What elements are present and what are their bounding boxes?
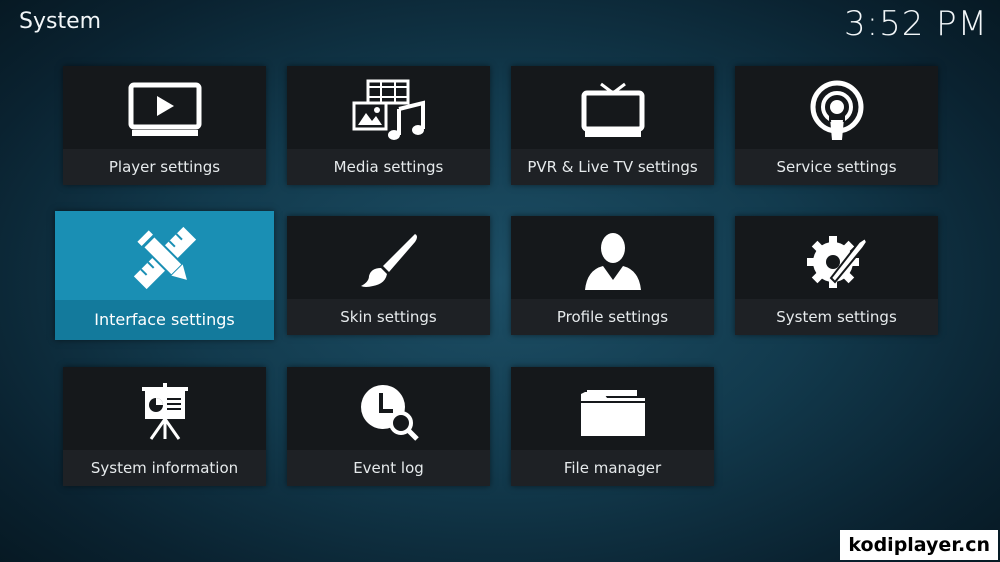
file-manager-tile[interactable]: File manager [511, 367, 714, 486]
tv-icon [511, 76, 714, 146]
tile-label: System settings [735, 299, 938, 335]
interface-settings-tile[interactable]: Interface settings [55, 211, 274, 340]
monitor-play-icon [63, 76, 266, 146]
page-title: System [19, 9, 102, 34]
tile-label: Event log [287, 450, 490, 486]
profile-settings-tile[interactable]: Profile settings [511, 216, 714, 335]
tile-label: Interface settings [55, 300, 274, 340]
pencil-ruler-icon [55, 223, 274, 293]
system-information-tile[interactable]: System information [63, 367, 266, 486]
media-icon [287, 76, 490, 146]
clock: 3:52 PM [844, 4, 988, 44]
event-log-tile[interactable]: Event log [287, 367, 490, 486]
watermark: kodiplayer.cn [840, 530, 998, 560]
tile-label: Service settings [735, 149, 938, 185]
tile-label: Skin settings [287, 299, 490, 335]
tile-label: Player settings [63, 149, 266, 185]
presentation-board-icon [63, 377, 266, 447]
skin-settings-tile[interactable]: Skin settings [287, 216, 490, 335]
podcast-icon [735, 76, 938, 146]
tile-label: File manager [511, 450, 714, 486]
media-settings-tile[interactable]: Media settings [287, 66, 490, 185]
tile-label: System information [63, 450, 266, 486]
clock-search-icon [287, 377, 490, 447]
tile-label: Media settings [287, 149, 490, 185]
service-settings-tile[interactable]: Service settings [735, 66, 938, 185]
player-settings-tile[interactable]: Player settings [63, 66, 266, 185]
pvr-live-tv-settings-tile[interactable]: PVR & Live TV settings [511, 66, 714, 185]
folder-icon [511, 377, 714, 447]
gear-wrench-icon [735, 226, 938, 296]
user-icon [511, 226, 714, 296]
tile-label: PVR & Live TV settings [511, 149, 714, 185]
paintbrush-icon [287, 226, 490, 296]
system-settings-tile[interactable]: System settings [735, 216, 938, 335]
tile-label: Profile settings [511, 299, 714, 335]
